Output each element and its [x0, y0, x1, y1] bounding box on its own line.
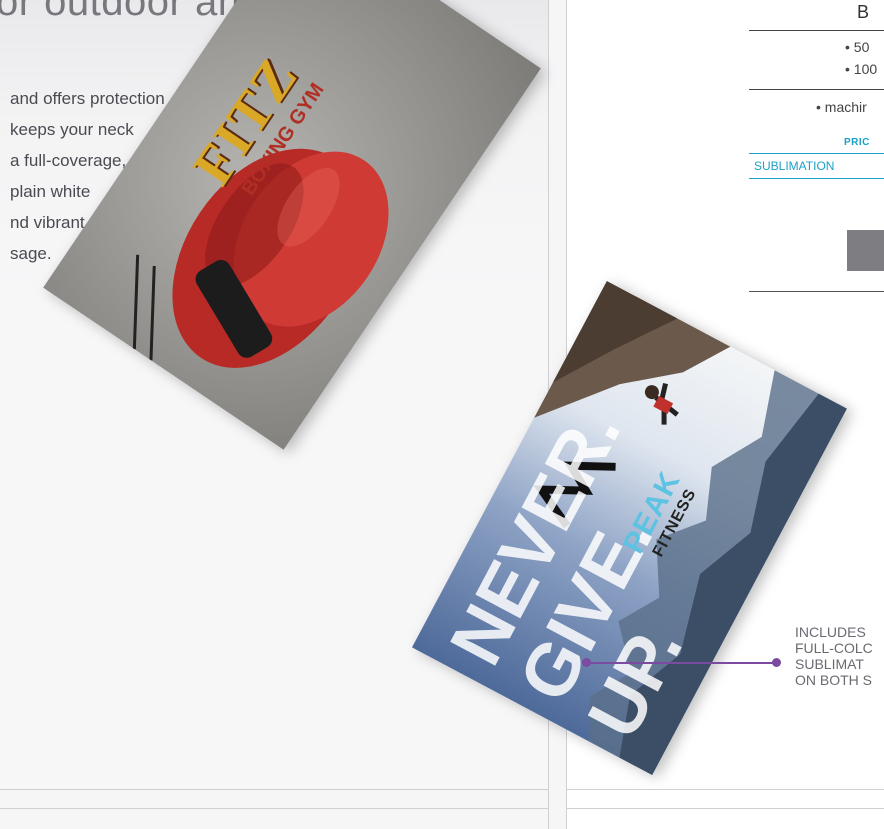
spec-item-1: • 50 [845, 39, 870, 55]
callout-line-1: INCLUDES [795, 624, 866, 640]
body-line-6: sage. [10, 244, 52, 263]
spec-rule-2 [749, 89, 884, 90]
sublimation-rule [749, 178, 884, 179]
price-label: PRIC [844, 137, 870, 148]
price-swatch [847, 230, 884, 271]
bottom-divider-right [566, 789, 884, 790]
spec-heading: B [857, 2, 870, 22]
bottom-divider-left-2 [0, 808, 548, 809]
callout-connector [587, 662, 777, 664]
callout-dot-start [582, 658, 591, 667]
body-line-1: and offers protection [10, 89, 165, 108]
spec-rule-1 [749, 30, 884, 31]
right-panel-bottom [566, 790, 884, 829]
callout-text: INCLUDES FULL-COLC SUBLIMAT ON BOTH S [795, 624, 873, 688]
bottom-divider-right-2 [566, 808, 884, 809]
spec-item-2: • 100 [845, 61, 878, 77]
sublimation-label: SUBLIMATION [754, 159, 835, 173]
callout-dot-end [772, 658, 781, 667]
callout-line-4: ON BOTH S [795, 672, 873, 688]
spec-machine: • machir [816, 99, 867, 115]
body-line-3: a full-coverage, [10, 151, 127, 170]
bottom-divider-left [0, 789, 548, 790]
body-line-4: plain white [10, 182, 91, 201]
price-rule [749, 153, 884, 154]
spec-rule-3 [749, 291, 884, 292]
callout-line-3: SUBLIMAT [795, 656, 864, 672]
body-line-2: keeps your neck [10, 120, 134, 139]
callout-line-2: FULL-COLC [795, 640, 873, 656]
body-line-5: nd vibrant, [10, 213, 90, 232]
